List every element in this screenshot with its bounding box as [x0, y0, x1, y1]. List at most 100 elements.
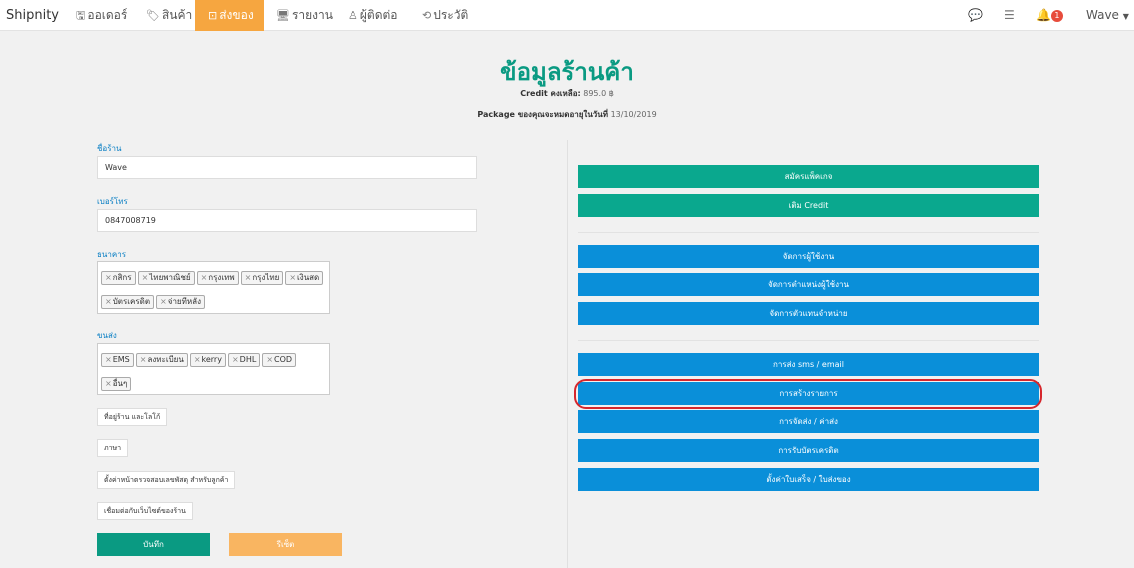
nav-reports-label: รายงาน: [291, 8, 333, 22]
nav-orders[interactable]: 🖫 ออเดอร์: [72, 0, 131, 31]
shop-name-input[interactable]: Wave: [97, 156, 477, 179]
section-divider: [578, 232, 1039, 233]
tag-shipping[interactable]: ×kerry: [189, 353, 226, 367]
nav-history[interactable]: ⟲ ประวัติ: [418, 0, 472, 31]
box-icon: ⊡: [208, 9, 218, 22]
package-subscribe-button[interactable]: สมัครแพ็คเกจ: [578, 165, 1039, 188]
remove-tag-icon[interactable]: ×: [201, 273, 208, 282]
tag-shipping[interactable]: ×COD: [262, 353, 297, 367]
tag-shipping[interactable]: ×ลงทะเบียน: [135, 353, 188, 367]
package-label: Package ของคุณจะหมดอายุในวันที่: [477, 110, 609, 119]
remove-tag-icon[interactable]: ×: [245, 273, 252, 282]
remove-tag-icon[interactable]: ×: [105, 297, 112, 306]
credit-info: Credit คงเหลือ: 895.0 ฿: [0, 87, 1134, 100]
remove-tag-icon[interactable]: ×: [160, 297, 167, 306]
tag-label: กรุงเทพ: [208, 273, 235, 282]
tag-label: ไทยพาณิชย์: [149, 273, 191, 282]
tag-shipping[interactable]: ×DHL: [227, 353, 261, 367]
manage-users-button[interactable]: จัดการผู้ใช้งาน: [578, 245, 1039, 268]
remove-tag-icon[interactable]: ×: [140, 355, 147, 364]
tag-bank[interactable]: ×กรุงเทพ: [196, 271, 239, 285]
tag-label: kerry: [201, 355, 222, 364]
tag-label: EMS: [112, 355, 130, 364]
tag-icon: 🏷: [146, 9, 160, 22]
shipping-fee-button[interactable]: การจัดส่ง / ค่าส่ง: [578, 410, 1039, 433]
remove-tag-icon[interactable]: ×: [105, 273, 112, 282]
remove-tag-icon[interactable]: ×: [105, 379, 112, 388]
remove-tag-icon[interactable]: ×: [266, 355, 273, 364]
brand-logo[interactable]: Shipnity: [6, 8, 59, 23]
caret-down-icon: ▼: [1122, 12, 1129, 21]
credit-card-button[interactable]: การรับบัตรเครดิต: [578, 439, 1039, 462]
tag-bank[interactable]: ×บัตรเครดิต: [101, 295, 155, 309]
bank-label: ธนาคาร: [97, 250, 126, 259]
credit-value: 895.0 ฿: [583, 89, 614, 98]
phone-label: เบอร์โทร: [97, 197, 128, 206]
nav-contacts-label: ผู้ติดต่อ: [359, 8, 398, 22]
tracking-page-settings-button[interactable]: ตั้งค่าหน้าตรวจสอบเลขพัสดุ สำหรับลูกค้า: [97, 471, 236, 489]
bank-tag-input[interactable]: ×กสิกร ×ไทยพาณิชย์ ×กรุงเทพ ×กรุงไทย ×เงินสด…: [97, 261, 330, 314]
phone-input[interactable]: 0847008719: [97, 209, 477, 232]
monitor-icon: 🖥: [276, 9, 290, 22]
manage-positions-button[interactable]: จัดการตำแหน่งผู้ใช้งาน: [578, 273, 1039, 296]
section-divider: [578, 340, 1039, 341]
top-navbar: Shipnity 🖫 ออเดอร์ 🏷 สินค้า ⊡ ส่งของ 🖥 รายงา…: [0, 0, 1134, 31]
tag-bank[interactable]: ×กรุงไทย: [240, 271, 284, 285]
tag-label: ลงทะเบียน: [147, 355, 184, 364]
user-menu[interactable]: Wave ▼: [1086, 0, 1129, 31]
tag-label: เงินสด: [297, 273, 320, 282]
tag-label: กรุงไทย: [252, 273, 280, 282]
shipping-tag-input[interactable]: ×EMS ×ลงทะเบียน ×kerry ×DHL ×COD×อื่นๆ: [97, 343, 330, 395]
remove-tag-icon[interactable]: ×: [142, 273, 149, 282]
notification-badge: 1: [1050, 9, 1063, 22]
user-name: Wave: [1086, 8, 1119, 22]
reset-button[interactable]: รีเซ็ต: [229, 533, 342, 556]
nav-history-label: ประวัติ: [433, 8, 469, 22]
orders-icon: 🖫: [76, 9, 86, 22]
bell-icon: 🔔: [1036, 8, 1051, 22]
tag-label: DHL: [239, 355, 257, 364]
tag-shipping[interactable]: ×EMS: [101, 353, 134, 367]
tag-shipping[interactable]: ×อื่นๆ: [101, 377, 132, 391]
nav-contacts[interactable]: ♙ ผู้ติดต่อ: [344, 0, 402, 31]
tag-label: บัตรเครดิต: [112, 297, 151, 306]
tag-label: COD: [274, 355, 293, 364]
tag-bank[interactable]: ×จ่ายทีหลัง: [156, 295, 205, 309]
column-divider: [567, 140, 568, 568]
create-list-button[interactable]: การสร้างรายการ: [578, 382, 1039, 405]
tag-bank[interactable]: ×ไทยพาณิชย์: [137, 271, 195, 285]
website-connect-button[interactable]: เชื่อมต่อกับเว็บไซต์ของร้าน: [97, 502, 193, 520]
user-icon: ♙: [348, 9, 358, 22]
nav-shipping[interactable]: ⊡ ส่งของ: [195, 0, 264, 31]
remove-tag-icon[interactable]: ×: [194, 355, 201, 364]
address-logo-button[interactable]: ที่อยู่ร้าน และโลโก้: [97, 408, 168, 426]
nav-reports[interactable]: 🖥 รายงาน: [272, 0, 337, 31]
tag-label: กสิกร: [112, 273, 132, 282]
credit-label: Credit คงเหลือ:: [520, 89, 581, 98]
shipping-label: ขนส่ง: [97, 331, 117, 340]
nav-products[interactable]: 🏷 สินค้า: [142, 0, 196, 31]
manage-dealers-button[interactable]: จัดการตัวแทนจำหน่าย: [578, 302, 1039, 325]
page-title: ข้อมูลร้านค้า: [500, 58, 634, 86]
chat-icon[interactable]: 💬: [968, 0, 983, 31]
package-info: Package ของคุณจะหมดอายุในวันที่ 13/10/20…: [0, 108, 1134, 121]
notification-bell[interactable]: 🔔 1: [1036, 0, 1063, 31]
nav-orders-label: ออเดอร์: [87, 8, 128, 22]
tag-bank[interactable]: ×กสิกร: [101, 271, 136, 285]
tag-bank[interactable]: ×เงินสด: [285, 271, 324, 285]
tag-label: จ่ายทีหลัง: [167, 297, 201, 306]
receipt-settings-button[interactable]: ตั้งค่าใบเสร็จ / ใบส่งของ: [578, 468, 1039, 491]
remove-tag-icon[interactable]: ×: [232, 355, 239, 364]
package-date: 13/10/2019: [610, 110, 657, 119]
history-icon: ⟲: [422, 9, 432, 22]
tag-label: อื่นๆ: [112, 379, 128, 388]
settings-sliders-icon[interactable]: ☰: [1004, 0, 1015, 31]
remove-tag-icon[interactable]: ×: [289, 273, 296, 282]
add-credit-button[interactable]: เติม Credit: [578, 194, 1039, 217]
shop-name-label: ชื่อร้าน: [97, 144, 122, 153]
save-button[interactable]: บันทึก: [97, 533, 210, 556]
nav-products-label: สินค้า: [161, 8, 193, 22]
sms-email-button[interactable]: การส่ง sms / email: [578, 353, 1039, 376]
remove-tag-icon[interactable]: ×: [105, 355, 112, 364]
language-button[interactable]: ภาษา: [97, 439, 129, 457]
